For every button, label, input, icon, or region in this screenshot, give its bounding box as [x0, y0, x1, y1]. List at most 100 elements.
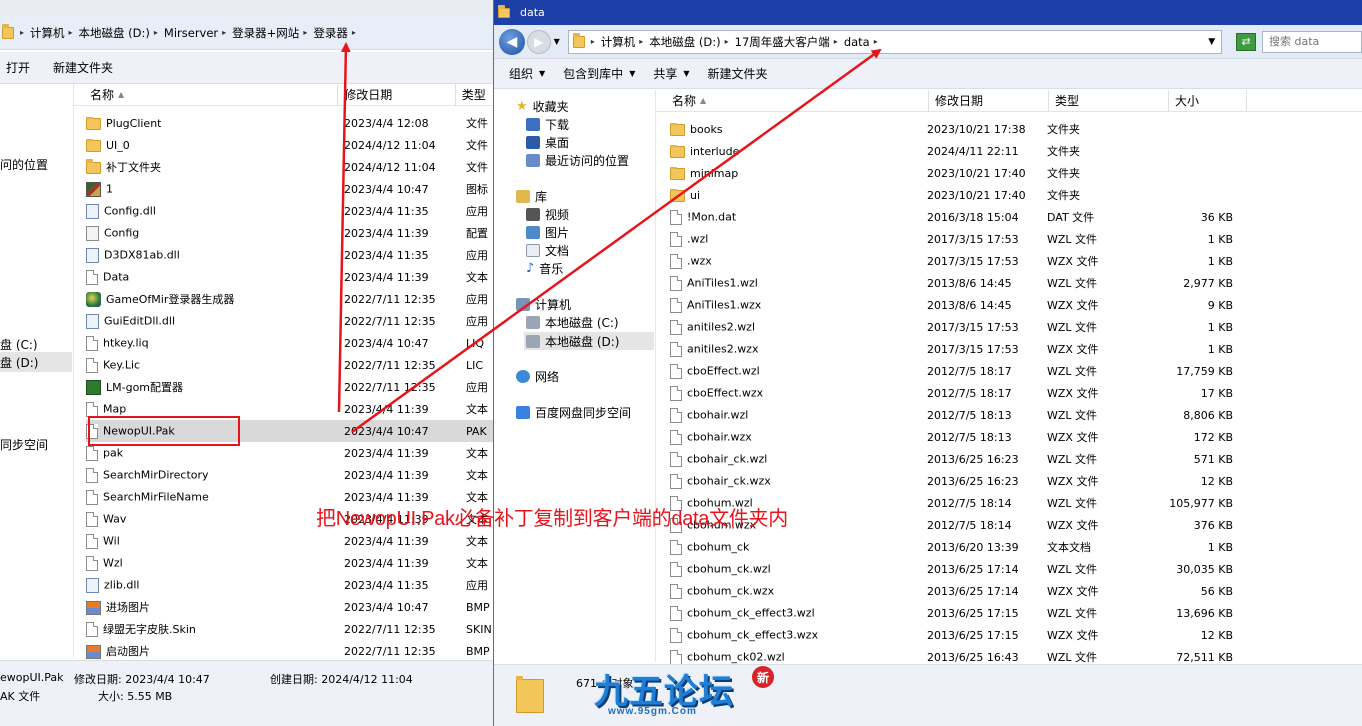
file-date: 2022/7/11 12:35 [344, 380, 436, 394]
file-row[interactable]: 1 2023/4/4 10:47 图标 [86, 178, 495, 200]
file-row[interactable]: cbohair.wzx 2012/7/5 18:13 WZX 文件 172 KB [670, 426, 1362, 448]
file-row[interactable]: cbohum_ck.wzl 2013/6/25 17:14 WZL 文件 30,035… [670, 558, 1362, 580]
file-row[interactable]: interlude 2024/4/11 22:11 文件夹 [670, 140, 1362, 162]
file-row[interactable]: D3DX81ab.dll 2023/4/4 11:35 应用 [86, 244, 495, 266]
file-row[interactable]: cbohum_ck.wzx 2013/6/25 17:14 WZX 文件 56 KB [670, 580, 1362, 602]
nav-drive-d[interactable]: 本地磁盘 (D:) [524, 332, 654, 350]
file-row[interactable]: anitiles2.wzl 2017/3/15 17:53 WZL 文件 1 KB [670, 316, 1362, 338]
file-row[interactable]: GameOfMir登录器生成器 2022/7/11 12:35 应用 [86, 288, 495, 310]
file-row[interactable]: .wzx 2017/3/15 17:53 WZX 文件 1 KB [670, 250, 1362, 272]
file-row[interactable]: Wil 2023/4/4 11:39 文本 [86, 530, 495, 552]
file-row[interactable]: AniTiles1.wzl 2013/8/6 14:45 WZL 文件 2,977 K… [670, 272, 1362, 294]
file-row[interactable]: UI_0 2024/4/12 11:04 文件 [86, 134, 495, 156]
file-row[interactable]: 补丁文件夹 2024/4/12 11:04 文件 [86, 156, 495, 178]
nav-downloads[interactable]: 下载 [526, 116, 569, 133]
file-row[interactable]: LM-gom配置器 2022/7/11 12:35 应用 [86, 376, 495, 398]
breadcrumb-computer[interactable]: 计算机 ▸ [601, 34, 644, 50]
file-row[interactable]: cbohair_ck.wzl 2013/6/25 16:23 WZL 文件 571 K… [670, 448, 1362, 470]
file-row[interactable]: SearchMirDirectory 2023/4/4 11:39 文本 [86, 464, 495, 486]
breadcrumb-mirserver[interactable]: Mirserver ▸ [164, 26, 226, 40]
file-size: 376 KB [1193, 518, 1233, 532]
open-button[interactable]: 打开 [0, 59, 39, 76]
file-row[interactable]: cbohum_ck_effect3.wzx 2013/6/25 17:15 WZX … [670, 624, 1362, 646]
forward-button[interactable]: ▶ [526, 29, 551, 54]
new-folder-button[interactable]: 新建文件夹 [699, 65, 777, 82]
nav-drive-c[interactable]: 盘 (C:) [0, 336, 38, 353]
file-row[interactable]: !Mon.dat 2016/3/18 15:04 DAT 文件 36 KB [670, 206, 1362, 228]
file-row[interactable]: cbohair.wzl 2012/7/5 18:13 WZL 文件 8,806 KB [670, 404, 1362, 426]
file-row[interactable]: cboEffect.wzl 2012/7/5 18:17 WZL 文件 17,759 … [670, 360, 1362, 382]
nav-baidu-sync[interactable]: 同步空间 [0, 436, 48, 453]
file-row[interactable]: minimap 2023/10/21 17:40 文件夹 [670, 162, 1362, 184]
address-field[interactable]: ▸ 计算机 ▸ 本地磁盘 (D:) ▸ 17周年盛大客户端 ▸ data ▸ ▼ [567, 29, 1223, 54]
nav-libraries[interactable]: 库 [516, 188, 547, 205]
nav-desktop[interactable]: 桌面 [526, 134, 569, 151]
breadcrumb-drive-d[interactable]: 本地磁盘 (D:) ▸ [649, 34, 728, 50]
nav-videos[interactable]: 视频 [526, 206, 569, 223]
file-row[interactable]: Wzl 2023/4/4 11:39 文本 [86, 552, 495, 574]
column-name[interactable]: 名称 ▲ [656, 89, 929, 112]
file-row[interactable]: htkey.liq 2023/4/4 10:47 LIQ [86, 332, 495, 354]
column-name[interactable]: 名称 ▲ [74, 83, 339, 106]
file-name-cell: htkey.liq [86, 335, 344, 351]
nav-pictures[interactable]: 图片 [526, 224, 569, 241]
organize-button[interactable]: 组织 ▼ [494, 65, 554, 82]
column-date[interactable]: 修改日期 [338, 83, 456, 106]
file-name-cell: cbohair_ck.wzx [670, 473, 927, 489]
column-type[interactable]: 类型 [1049, 89, 1169, 112]
file-row[interactable]: zlib.dll 2023/4/4 11:35 应用 [86, 574, 495, 596]
file-row[interactable]: 进场图片 2023/4/4 10:47 BMP [86, 596, 495, 618]
file-row[interactable]: AniTiles1.wzx 2013/8/6 14:45 WZX 文件 9 KB [670, 294, 1362, 316]
breadcrumb-launcher[interactable]: 登录器 ▸ [313, 25, 356, 41]
left-address-bar[interactable]: ▸ 计算机 ▸ 本地磁盘 (D:) ▸ Mirserver ▸ 登录器+网站 ▸ 登录器… [0, 16, 495, 50]
column-size[interactable]: 大小 [1169, 89, 1247, 112]
file-row[interactable]: cboEffect.wzx 2012/7/5 18:17 WZX 文件 17 KB [670, 382, 1362, 404]
nav-recent-places[interactable]: 问的位置 [0, 156, 48, 173]
file-row[interactable]: GuiEditDll.dll 2022/7/11 12:35 应用 [86, 310, 495, 332]
back-button[interactable]: ◀ [499, 28, 525, 55]
nav-drive-d[interactable]: 盘 (D:) [0, 352, 72, 372]
file-icon [86, 511, 98, 527]
file-row[interactable]: 启动图片 2022/7/11 12:35 BMP [86, 640, 495, 662]
file-row[interactable]: cbohum_ck 2013/6/20 13:39 文本文档 1 KB [670, 536, 1362, 558]
file-row[interactable]: books 2023/10/21 17:38 文件夹 [670, 118, 1362, 140]
search-input[interactable] [1262, 30, 1362, 53]
column-type[interactable]: 类型 [456, 83, 495, 106]
new-folder-button[interactable]: 新建文件夹 [39, 59, 122, 76]
file-row[interactable]: Config.dll 2023/4/4 11:35 应用 [86, 200, 495, 222]
file-row[interactable]: cbohum_ck_effect3.wzl 2013/6/25 17:15 WZL … [670, 602, 1362, 624]
address-dropdown[interactable]: ▼ [1208, 37, 1215, 47]
file-row[interactable]: 绿盟无字皮肤.Skin 2022/7/11 12:35 SKIN [86, 618, 495, 640]
nav-documents[interactable]: 文档 [526, 242, 569, 259]
nav-recent-places[interactable]: 最近访问的位置 [526, 152, 629, 169]
refresh-icon: ⇄ [1241, 35, 1251, 48]
history-dropdown[interactable]: ▼ [554, 37, 560, 46]
file-row[interactable]: cbohair_ck.wzx 2013/6/25 16:23 WZX 文件 12 KB [670, 470, 1362, 492]
include-library-button[interactable]: 包含到库中 ▼ [554, 65, 644, 82]
breadcrumb-drive-d[interactable]: 本地磁盘 (D:) ▸ [79, 25, 158, 41]
nav-baidu-sync[interactable]: 百度网盘同步空间 [516, 404, 631, 421]
file-row[interactable]: anitiles2.wzx 2017/3/15 17:53 WZX 文件 1 KB [670, 338, 1362, 360]
right-title-bar[interactable]: data [494, 0, 1362, 25]
nav-favorites[interactable]: ★ 收藏夹 [516, 98, 569, 115]
file-row[interactable]: Data 2023/4/4 11:39 文本 [86, 266, 495, 288]
nav-computer[interactable]: 计算机 [516, 296, 571, 313]
breadcrumb-client[interactable]: 17周年盛大客户端 ▸ [735, 34, 838, 50]
arrow-left-icon: ◀ [506, 33, 518, 50]
file-type: BMP [466, 644, 490, 658]
breadcrumb-launcher-site[interactable]: 登录器+网站 ▸ [232, 25, 307, 41]
file-row[interactable]: Config 2023/4/4 11:39 配置 [86, 222, 495, 244]
file-row[interactable]: Key.Lic 2022/7/11 12:35 LIC [86, 354, 495, 376]
file-row[interactable]: ui 2023/10/21 17:40 文件夹 [670, 184, 1362, 206]
breadcrumb-data[interactable]: data ▸ [844, 35, 878, 49]
file-row[interactable]: PlugClient 2023/4/4 12:08 文件 [86, 112, 495, 134]
column-date[interactable]: 修改日期 [929, 89, 1049, 112]
right-column-header: 名称 ▲ 修改日期 类型 大小 [656, 89, 1362, 112]
breadcrumb-computer[interactable]: 计算机 ▸ [30, 25, 73, 41]
nav-drive-c[interactable]: 本地磁盘 (C:) [526, 314, 619, 331]
nav-network[interactable]: 网络 [516, 368, 559, 385]
nav-music[interactable]: ♪ 音乐 [526, 260, 563, 277]
refresh-button[interactable]: ⇄ [1236, 32, 1256, 51]
share-button[interactable]: 共享 ▼ [644, 65, 698, 82]
file-row[interactable]: .wzl 2017/3/15 17:53 WZL 文件 1 KB [670, 228, 1362, 250]
